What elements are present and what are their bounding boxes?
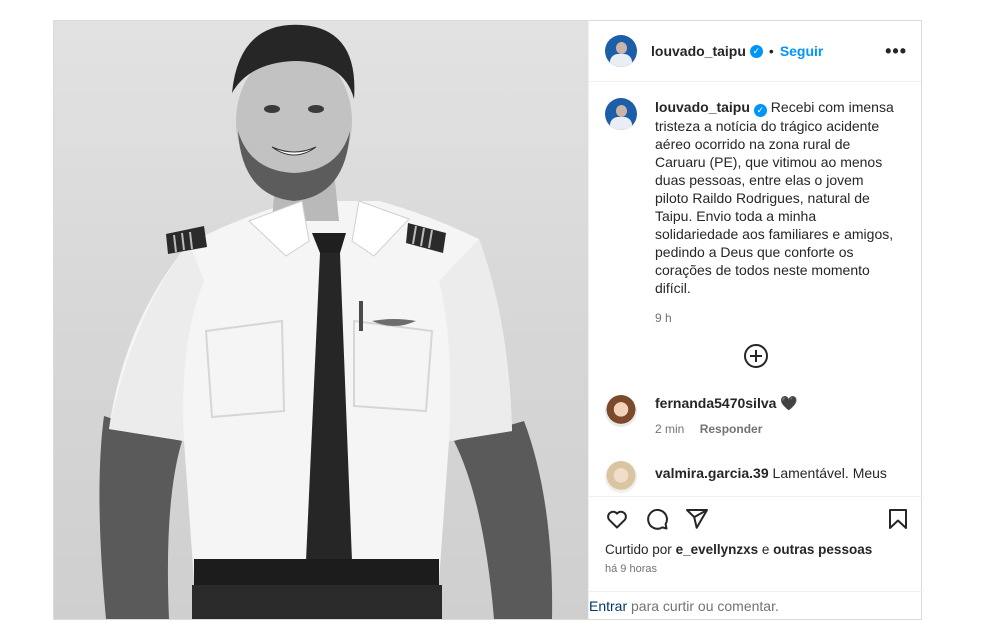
comment-icon[interactable]: [645, 507, 669, 531]
more-options-icon[interactable]: •••: [885, 41, 907, 62]
follow-button[interactable]: Seguir: [780, 43, 824, 59]
author-avatar[interactable]: [605, 35, 637, 67]
post-side-panel: louvado_taipu ✓ • Seguir ••• louvado_tai…: [588, 21, 922, 619]
commenter-username[interactable]: valmira.garcia.39: [655, 465, 769, 481]
heart-icon[interactable]: [605, 507, 629, 531]
caption-username[interactable]: louvado_taipu: [655, 99, 750, 115]
commenter-username[interactable]: fernanda5470silva: [655, 395, 776, 411]
verified-badge-icon: ✓: [749, 44, 763, 58]
liked-user[interactable]: e_evellynzxs: [676, 542, 759, 557]
caption-body: Recebi com imensa tristeza a notícia do …: [655, 99, 894, 296]
login-bar: Entrar para curtir ou comentar.: [589, 591, 922, 619]
reply-button[interactable]: Responder: [700, 422, 763, 436]
share-icon[interactable]: [685, 507, 709, 531]
commenter-avatar[interactable]: [605, 395, 637, 427]
post-frame: louvado_taipu ✓ • Seguir ••• louvado_tai…: [53, 20, 922, 620]
login-text: para curtir ou comentar.: [631, 598, 779, 614]
bookmark-icon[interactable]: [886, 507, 910, 531]
caption-avatar[interactable]: [605, 98, 637, 130]
commenter-avatar[interactable]: [605, 461, 637, 493]
comment-item: valmira.garcia.39 Lamentável. Meus: [605, 461, 887, 496]
plus-circle-icon[interactable]: [744, 344, 768, 368]
liked-others[interactable]: outras pessoas: [773, 542, 872, 557]
verified-badge-icon: ✓: [753, 104, 767, 117]
login-link[interactable]: Entrar: [589, 598, 627, 614]
pilot-photo: [99, 24, 553, 619]
author-username[interactable]: louvado_taipu: [651, 43, 746, 59]
caption-time[interactable]: 9 h: [655, 311, 895, 325]
separator-dot: •: [768, 43, 774, 59]
comment-text: 🖤: [780, 395, 798, 411]
post-photo[interactable]: [54, 21, 588, 619]
post-header: louvado_taipu ✓ • Seguir •••: [589, 21, 921, 82]
post-timestamp[interactable]: há 9 horas: [605, 563, 657, 575]
action-bar: [589, 496, 922, 540]
caption-text-block: louvado_taipu ✓ Recebi com imensa tristez…: [655, 98, 895, 297]
comment-time[interactable]: 2 min: [655, 422, 684, 436]
comment-text: Lamentável. Meus: [772, 465, 887, 481]
comment-item: fernanda5470silva 🖤 2 min Responder: [605, 395, 798, 436]
post-caption: louvado_taipu ✓ Recebi com imensa tristez…: [589, 82, 921, 325]
liked-prefix: Curtido por: [605, 542, 672, 557]
likes-summary: Curtido por e_evellynzxs e outras pessoa…: [605, 542, 872, 557]
liked-conj: e: [761, 542, 770, 557]
